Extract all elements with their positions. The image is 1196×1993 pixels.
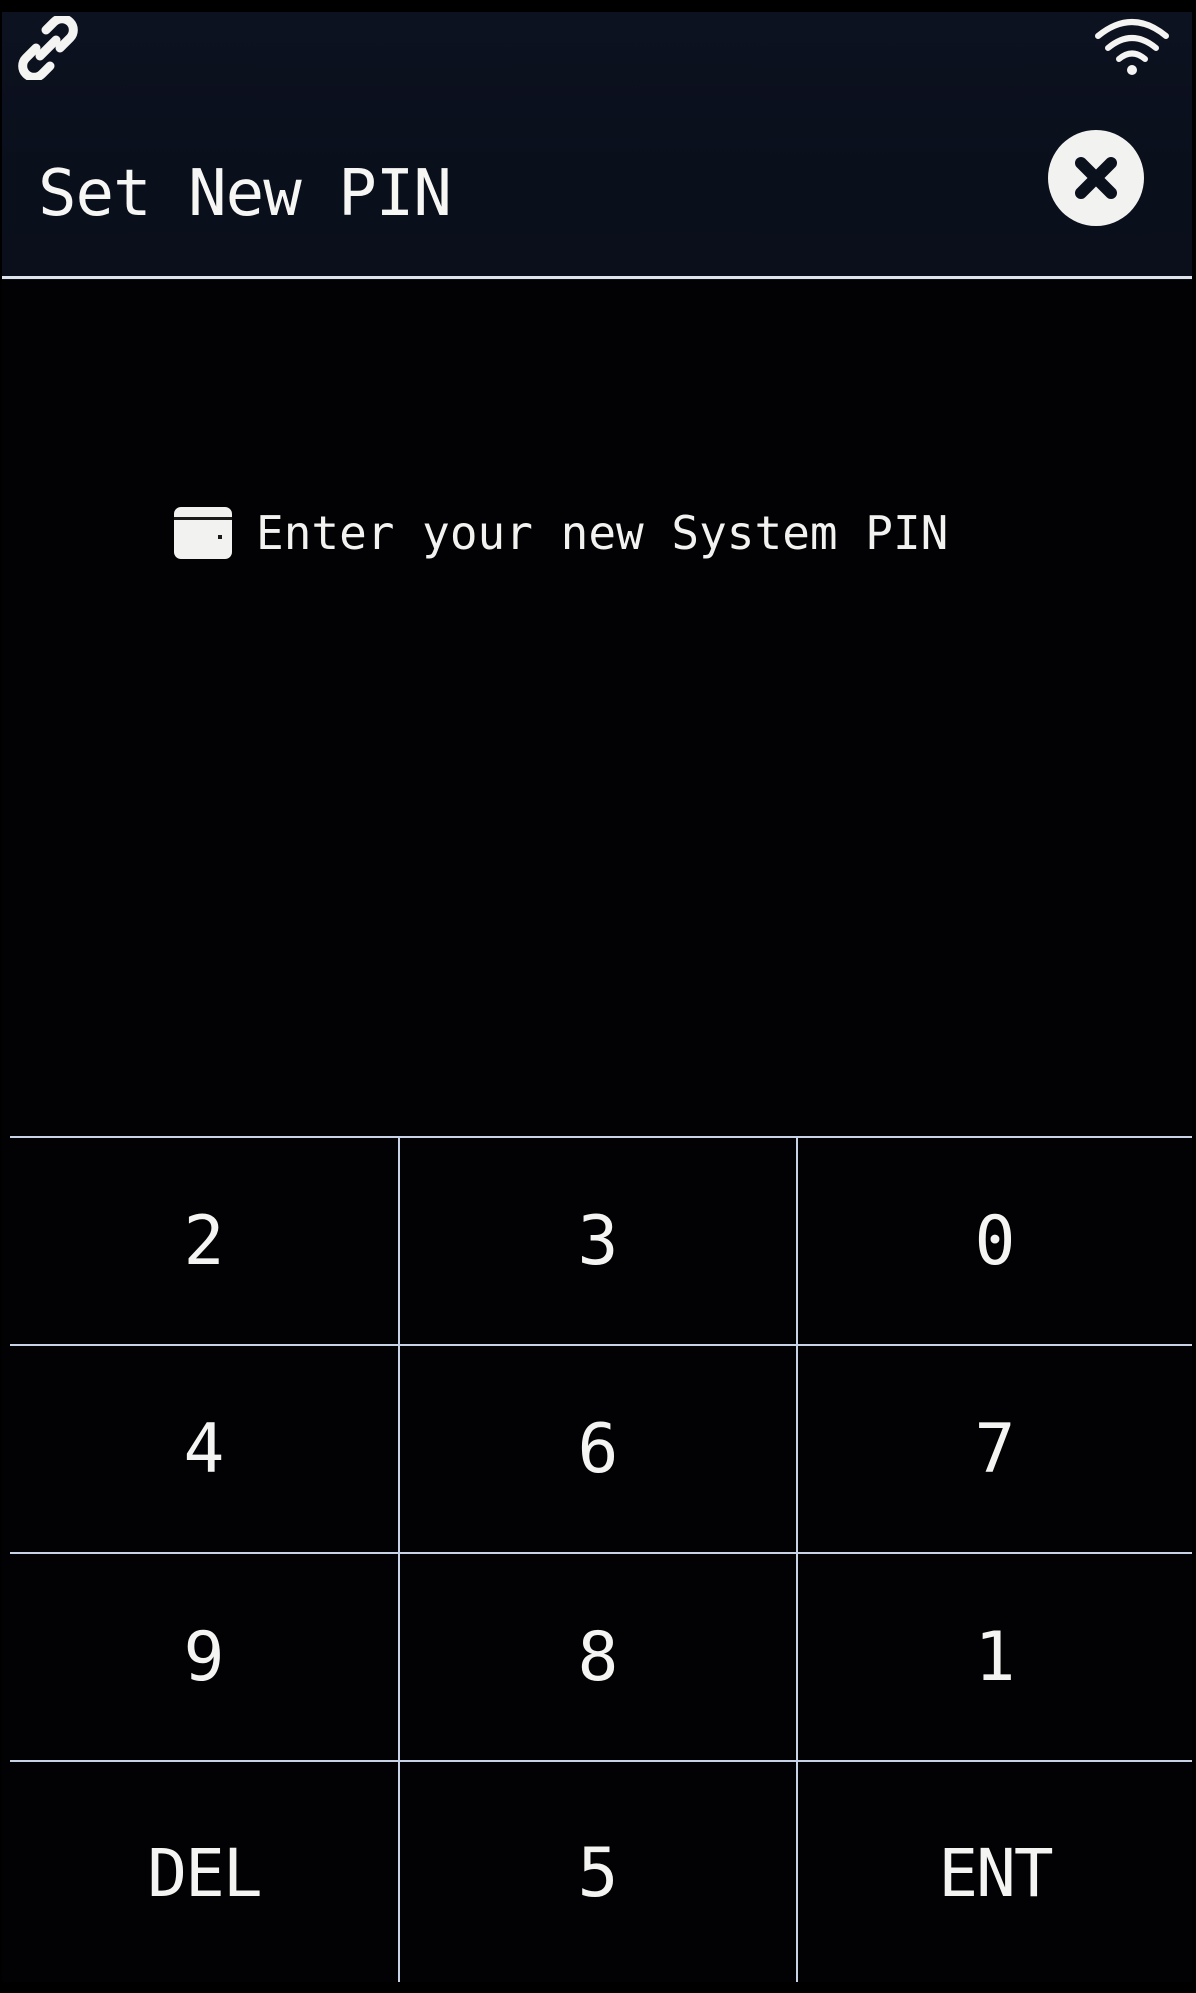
- page-title: Set New PIN: [38, 157, 452, 231]
- prompt: Enter your new System PIN: [172, 498, 948, 568]
- key-1[interactable]: 1: [798, 1554, 1192, 1762]
- key-8[interactable]: 8: [400, 1554, 798, 1762]
- enter-button[interactable]: ENT: [798, 1762, 1192, 1982]
- header: Set New PIN: [2, 12, 1192, 280]
- status-bar: [2, 12, 1192, 82]
- prompt-text: Enter your new System PIN: [256, 506, 949, 560]
- key-3[interactable]: 3: [400, 1138, 798, 1346]
- key-0[interactable]: 0: [798, 1138, 1192, 1346]
- key-4[interactable]: 4: [10, 1346, 400, 1554]
- card-icon: [174, 507, 232, 559]
- screen: Set New PIN Enter your new System PIN 2 …: [2, 12, 1192, 1982]
- link-icon: [18, 16, 78, 80]
- wifi-icon: [1095, 19, 1169, 75]
- key-5[interactable]: 5: [400, 1762, 798, 1982]
- keypad: 2 3 0 4 6 7 9 8 1 DEL 5 ENT: [10, 1136, 1192, 1982]
- key-2[interactable]: 2: [10, 1138, 400, 1346]
- close-button[interactable]: [1048, 130, 1144, 226]
- key-9[interactable]: 9: [10, 1554, 400, 1762]
- close-circle-icon: [1075, 157, 1117, 199]
- delete-button[interactable]: DEL: [10, 1762, 400, 1982]
- key-7[interactable]: 7: [798, 1346, 1192, 1554]
- key-6[interactable]: 6: [400, 1346, 798, 1554]
- header-divider: [2, 276, 1192, 279]
